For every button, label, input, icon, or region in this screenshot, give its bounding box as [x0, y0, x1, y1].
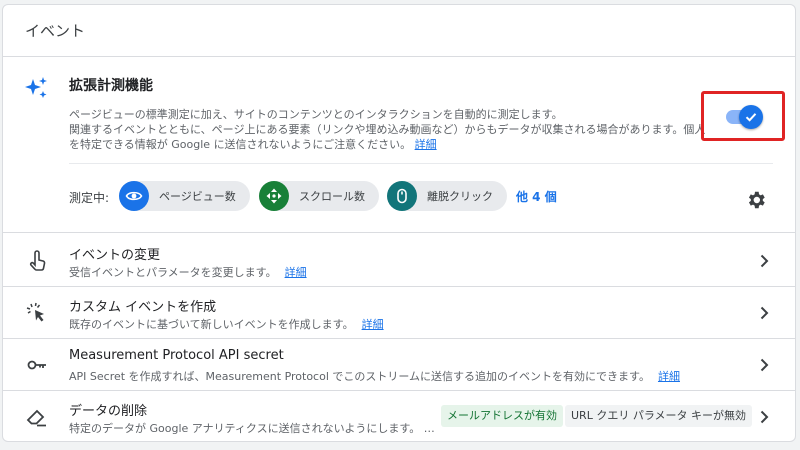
email-enabled-badge: メールアドレスが有効	[441, 405, 563, 427]
enhanced-measurement-description: ページビューの標準測定に加え、サイトのコンテンツとのインタラクションを自動的に測…	[69, 107, 709, 152]
row-data-redaction[interactable]: データの削除 特定のデータが Google アナリティクスに送信されないようにし…	[3, 391, 795, 441]
events-card: イベント 拡張計測機能 ページビューの標準測定に加え、サイトのコンテンツとのイン…	[2, 4, 796, 442]
enhanced-measurement-title: 拡張計測機能	[69, 78, 153, 94]
chevron-right-icon	[760, 254, 769, 268]
chip-label: 離脱クリック	[427, 190, 493, 203]
learn-more-link[interactable]: 詳細	[362, 318, 384, 331]
touch-icon	[29, 250, 46, 271]
more-events-link[interactable]: 他 4 個	[516, 188, 557, 205]
learn-more-link[interactable]: 詳細	[415, 138, 437, 151]
row-title: データの削除	[69, 404, 148, 419]
settings-list: イベントの変更 受信イベントとパラメータを変更します。 詳細 カスタム イベントを…	[3, 235, 795, 441]
chip-scrolls[interactable]: スクロール数	[259, 181, 379, 211]
check-icon	[745, 113, 757, 122]
gear-icon[interactable]	[745, 189, 767, 211]
description-line-2: 関連するイベントとともに、ページ上にある要素（リンクや埋め込み動画など）からもデ…	[69, 123, 706, 136]
measuring-label: 測定中:	[69, 191, 110, 205]
chip-label: スクロール数	[299, 190, 365, 203]
toggle-highlight-box	[701, 91, 785, 141]
key-icon	[27, 360, 46, 370]
chevron-right-icon	[760, 358, 769, 372]
toggle-knob[interactable]	[739, 105, 763, 129]
chip-page-views[interactable]: ページビュー数	[119, 181, 250, 211]
row-title: イベントの変更	[69, 248, 161, 263]
row-create-custom-event[interactable]: カスタム イベントを作成 既存のイベントに基づいて新しいイベントを作成します。詳…	[3, 287, 795, 339]
chip-label: ページビュー数	[159, 190, 236, 203]
chevron-right-icon	[760, 306, 769, 320]
row-measurement-protocol[interactable]: Measurement Protocol API secret API Secr…	[3, 339, 795, 391]
eraser-icon	[26, 409, 46, 427]
row-subtitle: 受信イベントとパラメータを変更します。 詳細	[69, 266, 307, 279]
chip-outbound-clicks[interactable]: 離脱クリック	[387, 181, 507, 211]
card-header: イベント	[3, 5, 795, 57]
row-subtitle: 特定のデータが Google アナリティクスに送信されないようにします。 …	[69, 422, 435, 435]
eye-icon	[119, 181, 149, 211]
chevron-right-icon	[760, 410, 769, 424]
row-subtitle: 既存のイベントに基づいて新しいイベントを作成します。 詳細	[69, 318, 384, 331]
description-line-3: を特定できる情報が Google に送信されないようにご注意ください。 詳細	[69, 138, 437, 151]
row-modify-events[interactable]: イベントの変更 受信イベントとパラメータを変更します。 詳細	[3, 235, 795, 287]
sparkle-icon	[25, 77, 47, 98]
learn-more-link[interactable]: 詳細	[658, 370, 680, 383]
mouse-icon	[387, 181, 417, 211]
url-query-disabled-badge: URL クエリ パラメータ キーが無効	[565, 405, 752, 427]
cursor-click-icon	[26, 302, 44, 322]
scroll-arrows-icon	[259, 181, 289, 211]
row-title: Measurement Protocol API secret	[69, 348, 284, 363]
section-divider	[69, 163, 773, 164]
row-subtitle: API Secret を作成すれば、Measurement Protocol で…	[69, 370, 680, 383]
row-title: カスタム イベントを作成	[69, 300, 217, 315]
card-title: イベント	[25, 22, 86, 40]
description-line-1: ページビューの標準測定に加え、サイトのコンテンツとのインタラクションを自動的に測…	[69, 108, 563, 121]
learn-more-link[interactable]: 詳細	[285, 266, 307, 279]
